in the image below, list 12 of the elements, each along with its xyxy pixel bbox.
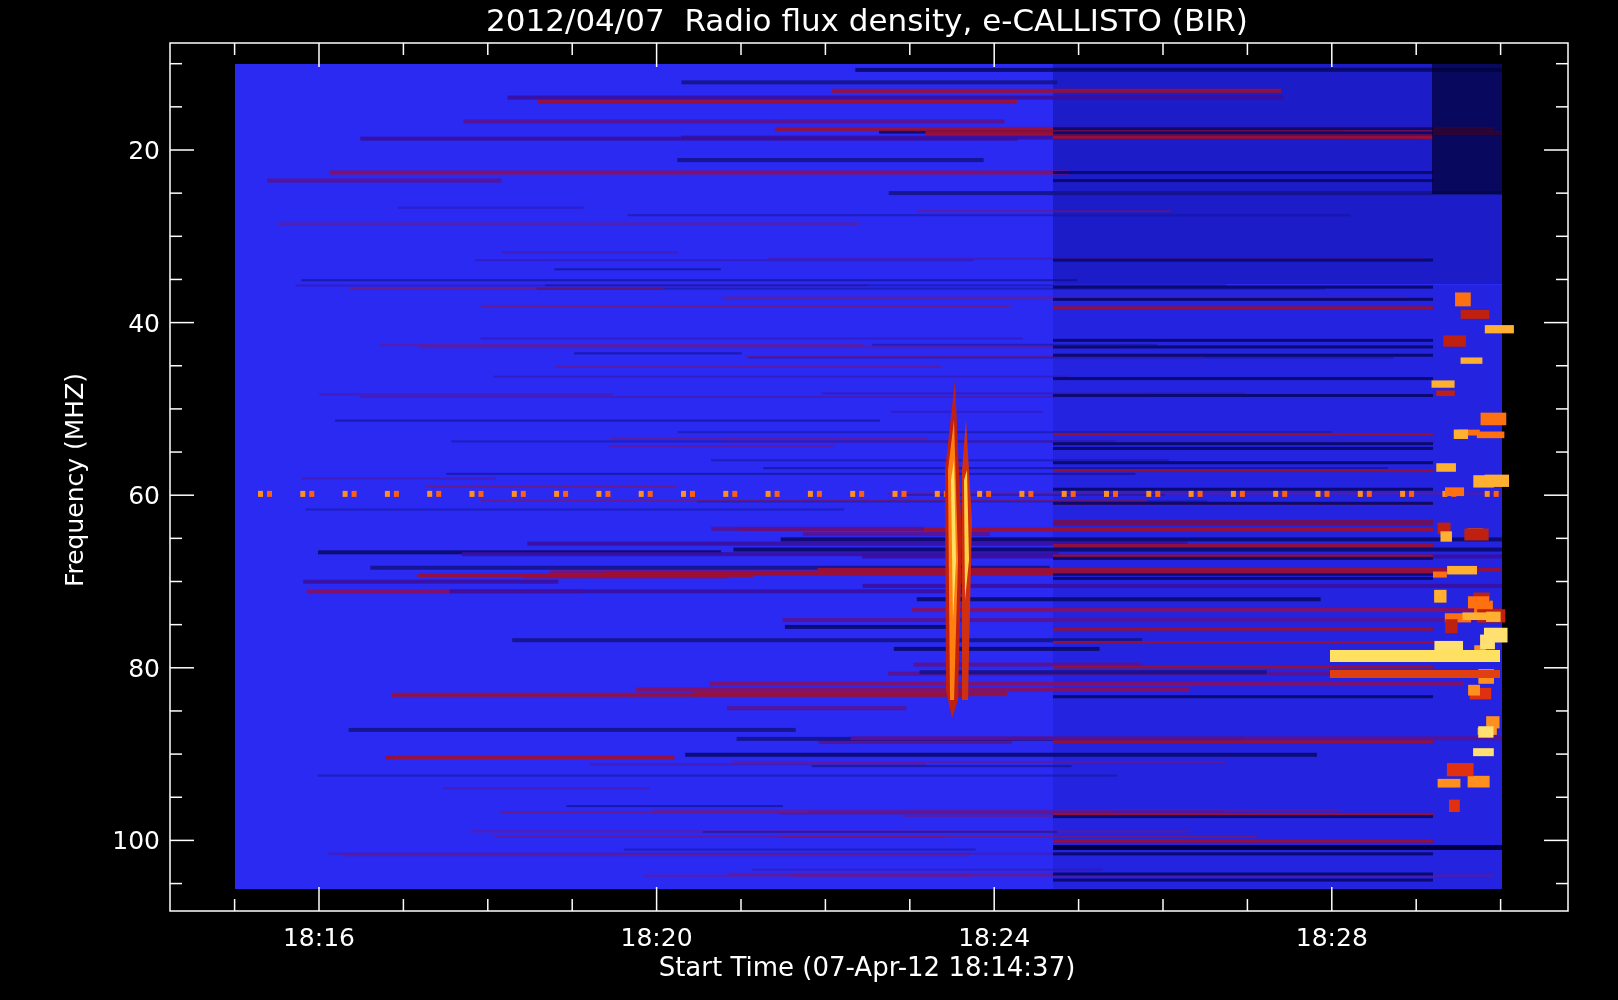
y-axis-label: Frequency (MHZ) (60, 372, 89, 588)
x-tick-label: 18:28 (1295, 923, 1368, 952)
x-axis-label: Start Time (07-Apr-12 18:14:37) (658, 952, 1076, 982)
y-tick-label: 80 (128, 653, 160, 683)
y-tick-label: 60 (128, 481, 160, 511)
y-tick-label: 40 (128, 308, 160, 338)
y-tick-label: 20 (128, 136, 160, 165)
x-tick-label: 18:20 (620, 923, 693, 952)
chart-title: 2012/04/07 Radio flux density, e-CALLISTO (BIR) (486, 2, 1248, 38)
y-tick-label: 100 (112, 826, 160, 856)
x-tick-label: 18:24 (958, 923, 1031, 952)
x-tick-label: 18:16 (283, 923, 355, 952)
